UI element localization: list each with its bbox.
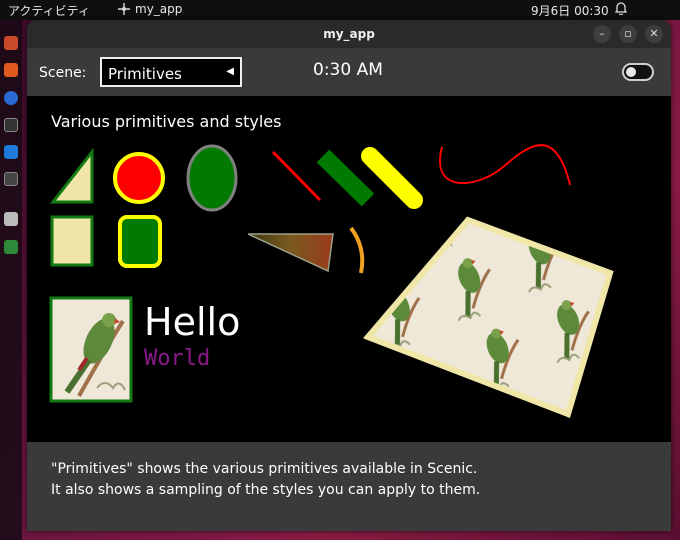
- help-icon[interactable]: [4, 91, 18, 105]
- textured-quad-shape: [362, 216, 614, 418]
- system-top-bar: アクティビティ my_app 9月6日 00:30: [0, 0, 680, 20]
- scene-canvas: Various primitives and styles Hello Worl…: [27, 96, 671, 442]
- app-menu-label: my_app: [135, 2, 183, 16]
- red-circle-shape: [113, 152, 165, 204]
- close-button[interactable]: ✕: [645, 25, 663, 43]
- running-app-icon[interactable]: [4, 212, 18, 226]
- dock: [0, 20, 22, 540]
- toggle-switch[interactable]: [622, 63, 654, 81]
- orange-arc-path: [349, 226, 365, 274]
- primitives-drawing: [49, 144, 614, 418]
- yellow-round-line: [361, 147, 423, 209]
- green-ellipse-shape: [186, 144, 238, 212]
- scene-dropdown-value: Primitives: [108, 65, 182, 83]
- software-store-icon[interactable]: [4, 63, 18, 77]
- app-window: my_app – ▫ ✕ Scene: Primitives ◀ 0:30 AM…: [27, 20, 671, 531]
- clock-display: 0:30 AM: [313, 60, 383, 80]
- square-shape: [50, 215, 94, 267]
- trash-icon[interactable]: [4, 240, 18, 254]
- vscode-icon[interactable]: [4, 145, 18, 159]
- description-panel: "Primitives" shows the various primitive…: [27, 442, 671, 531]
- description-line-1: "Primitives" shows the various primitive…: [51, 461, 478, 477]
- wedge-shape: [247, 233, 334, 273]
- green-thick-line: [316, 149, 375, 207]
- minimize-icon: –: [599, 27, 605, 40]
- thin-red-line: [271, 150, 322, 202]
- close-icon: ✕: [649, 27, 659, 40]
- toggle-knob: [626, 67, 636, 77]
- title-bar[interactable]: my_app – ▫ ✕: [27, 20, 671, 48]
- app-icon: [118, 3, 130, 15]
- maximize-icon: ▫: [624, 27, 632, 40]
- triangle-shape: [49, 147, 94, 204]
- maximize-button[interactable]: ▫: [619, 25, 637, 43]
- world-text: World: [144, 346, 211, 371]
- activities-button[interactable]: アクティビティ: [8, 2, 90, 19]
- red-curve-path: [439, 144, 571, 186]
- scene-dropdown[interactable]: Primitives ◀: [100, 57, 242, 87]
- description-line-2: It also shows a sampling of the styles y…: [51, 482, 481, 498]
- scene-toolbar: Scene: Primitives ◀ 0:30 AM: [27, 48, 671, 96]
- dropdown-arrow-icon: ◀: [226, 66, 234, 77]
- rounded-rect-shape: [118, 215, 162, 268]
- window-title: my_app: [323, 27, 375, 41]
- hello-text: Hello: [144, 300, 241, 344]
- app-menu[interactable]: my_app: [118, 2, 182, 16]
- system-clock[interactable]: 9月6日 00:30: [531, 2, 609, 19]
- minimize-button[interactable]: –: [593, 25, 611, 43]
- system-monitor-icon[interactable]: [4, 172, 18, 186]
- files-icon[interactable]: [4, 36, 18, 50]
- notification-bell-icon[interactable]: [614, 1, 628, 18]
- terminal-icon[interactable]: [4, 118, 18, 132]
- scene-label: Scene:: [39, 65, 87, 81]
